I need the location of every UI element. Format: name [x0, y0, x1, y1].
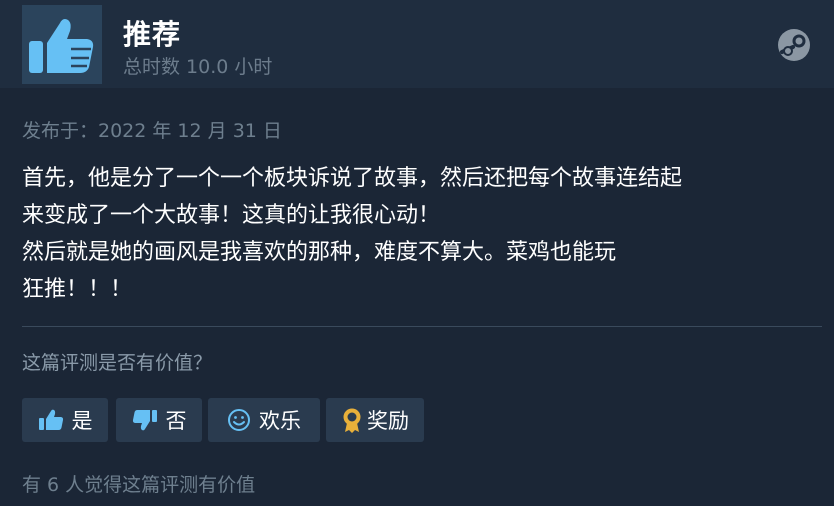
vote-yes-button[interactable]: 是 — [22, 398, 108, 442]
vote-no-button[interactable]: 否 — [116, 398, 202, 442]
hours-played: 总时数 10.0 小时 — [123, 56, 273, 78]
thumbs-down-icon — [132, 408, 158, 432]
posted-date: 发布于：2022 年 12 月 31 日 — [22, 120, 282, 142]
vote-funny-label: 欢乐 — [259, 409, 301, 433]
divider — [22, 326, 822, 327]
review-header: 推荐 总时数 10.0 小时 — [0, 0, 834, 88]
review-line: 狂推！！！ — [22, 277, 133, 302]
helpful-count: 有 6 人觉得这篇评测有价值 — [22, 474, 256, 496]
award-button[interactable]: 奖励 — [326, 398, 424, 442]
vote-no-label: 否 — [165, 409, 187, 433]
review-line: 首先，他是分了一个一个板块诉说了故事，然后还把每个故事连结起 — [22, 166, 683, 191]
helpful-question: 这篇评测是否有价值？ — [22, 352, 213, 374]
review-line: 来变成了一个大故事！这真的让我很心动！ — [22, 203, 441, 228]
award-medal-icon — [341, 407, 363, 433]
review-body: 首先，他是分了一个一个板块诉说了故事，然后还把每个故事连结起 来变成了一个大故事… — [22, 160, 822, 308]
vote-funny-button[interactable]: 欢乐 — [208, 398, 320, 442]
vote-yes-label: 是 — [71, 409, 93, 433]
review-verdict: 推荐 — [123, 18, 182, 51]
smiley-icon — [227, 408, 251, 432]
award-label: 奖励 — [367, 409, 409, 433]
review-line: 然后就是她的画风是我喜欢的那种，难度不算大。菜鸡也能玩 — [22, 240, 617, 265]
steam-logo-icon — [778, 29, 810, 61]
thumbs-up-icon — [29, 19, 94, 73]
recommended-badge — [22, 5, 102, 84]
thumbs-up-icon — [38, 408, 64, 432]
